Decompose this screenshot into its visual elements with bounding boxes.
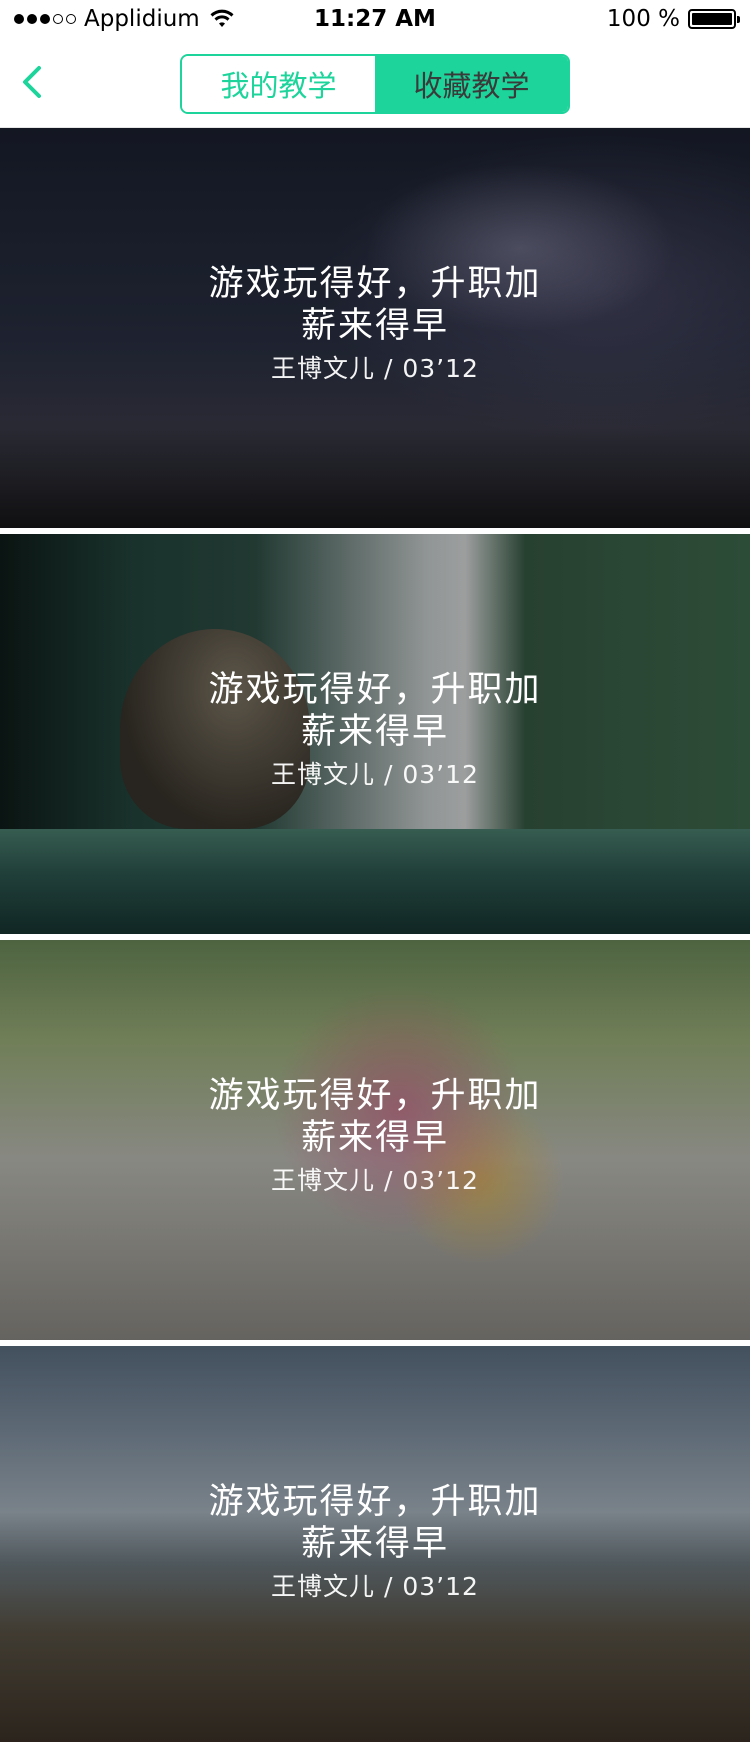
carrier-name: Applidium bbox=[84, 6, 200, 32]
card-meta: 王博文儿 / 03’12 bbox=[271, 1572, 479, 1601]
tab-favorite-teaching[interactable]: 收藏教学 bbox=[375, 56, 568, 112]
teaching-card[interactable]: 游戏玩得好，升职加薪来得早 王博文儿 / 03’12 bbox=[0, 128, 750, 528]
card-title: 游戏玩得好，升职加薪来得早 bbox=[208, 264, 542, 346]
teaching-card[interactable]: 游戏玩得好，升职加薪来得早 王博文儿 / 03’12 bbox=[0, 940, 750, 1340]
card-title: 游戏玩得好，升职加薪来得早 bbox=[208, 1482, 542, 1564]
card-meta: 王博文儿 / 03’12 bbox=[271, 354, 479, 383]
status-left: Applidium bbox=[14, 5, 234, 33]
card-meta: 王博文儿 / 03’12 bbox=[271, 760, 479, 789]
status-bar: Applidium 11:27 AM 100 % bbox=[0, 0, 750, 38]
card-meta: 王博文儿 / 03’12 bbox=[271, 1166, 479, 1195]
battery-icon bbox=[688, 9, 740, 29]
card-title: 游戏玩得好，升职加薪来得早 bbox=[208, 1076, 542, 1158]
teaching-card[interactable]: 游戏玩得好，升职加薪来得早 王博文儿 / 03’12 bbox=[0, 1346, 750, 1742]
signal-strength-icon bbox=[14, 14, 76, 24]
chevron-left-icon bbox=[23, 66, 41, 98]
nav-bar: 我的教学 收藏教学 bbox=[0, 38, 750, 128]
back-button[interactable] bbox=[10, 60, 54, 104]
battery-percent: 100 % bbox=[606, 6, 680, 32]
segmented-control: 我的教学 收藏教学 bbox=[180, 54, 570, 114]
card-title: 游戏玩得好，升职加薪来得早 bbox=[208, 670, 542, 752]
teaching-card[interactable]: 游戏玩得好，升职加薪来得早 王博文儿 / 03’12 bbox=[0, 534, 750, 934]
tab-my-teaching[interactable]: 我的教学 bbox=[182, 56, 375, 112]
status-right: 100 % bbox=[606, 5, 740, 33]
wifi-icon bbox=[210, 9, 234, 27]
